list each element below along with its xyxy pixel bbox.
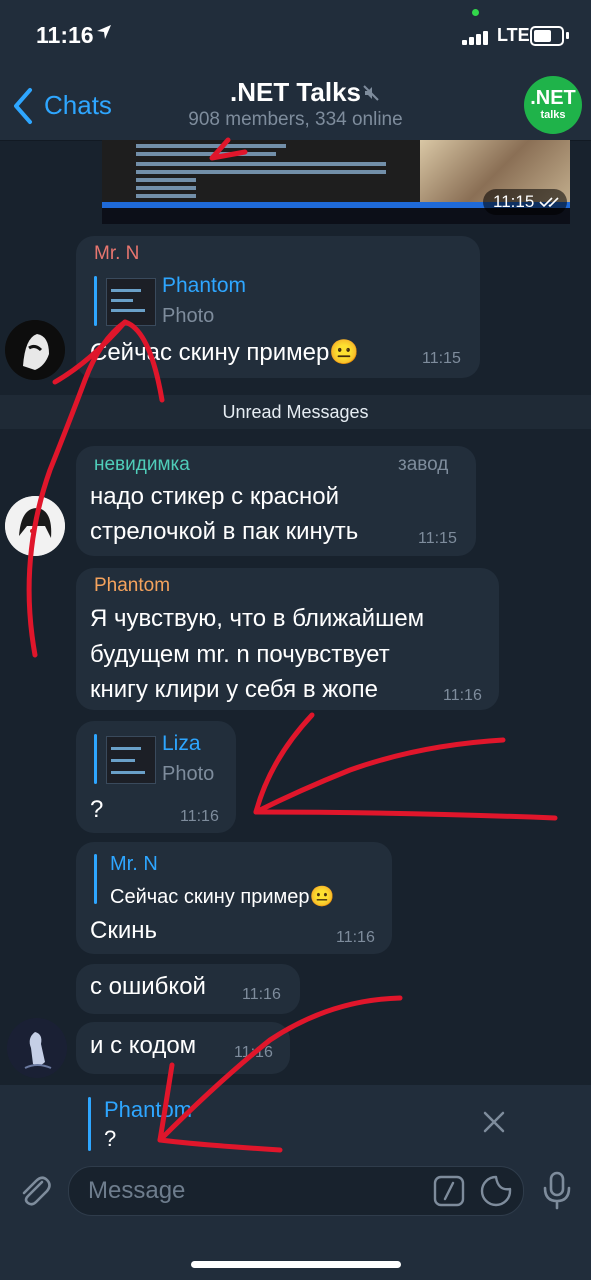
reply-quote-bar [94,854,97,904]
reply-preview-text: ? [104,1126,117,1151]
status-time: 11:16 [36,22,94,48]
message-placeholder: Message [88,1177,186,1204]
home-indicator [191,1261,401,1268]
unread-divider: Unread Messages [0,395,591,429]
reply-quote-name: Liza [162,732,201,755]
sender-name[interactable]: Phantom [94,575,170,597]
reply-quote-name: Phantom [162,274,247,297]
network-label: LTE [497,25,530,45]
media-timestamp: 11:15 [483,189,567,215]
message-text: Скинь [90,917,157,944]
message-text-line: будущем mr. n почувствует [90,641,390,668]
attach-icon[interactable] [14,1170,54,1210]
message-text-line: Я чувствую, что в ближайшем [90,605,425,632]
reply-photo-thumbnail [106,736,156,784]
message-time: 11:16 [234,1044,273,1061]
reply-quote-bar [94,734,97,784]
battery-icon [530,26,564,46]
sticker-icon[interactable] [480,1175,512,1207]
media-time-text: 11:15 [493,192,535,211]
reply-preview-bar [88,1097,91,1151]
sender-name[interactable]: невидимка [94,454,190,476]
group-avatar-title: .NET [530,87,576,109]
reply-quote-text: Сейчас скину пример😐 [110,886,335,908]
mute-icon [362,84,380,102]
message-text: и с кодом [90,1032,197,1059]
signal-icon [462,27,490,45]
close-icon[interactable] [482,1110,506,1134]
message-time: 11:16 [336,929,375,946]
message-text: ? [90,796,104,823]
chat-subtitle: 908 members, 334 online [188,109,403,130]
message-text-line: книгу клири у себя в жопе [90,676,378,703]
message-time: 11:15 [422,350,461,367]
privacy-indicator-dot [472,9,479,16]
group-avatar[interactable]: .NET talks [524,76,582,134]
reply-quote-bar [94,276,97,326]
message-text: Сейчас скину пример😐 [90,339,360,366]
location-arrow-icon [96,24,112,40]
reply-preview-name: Phantom [104,1097,193,1122]
avatar-nevidimka[interactable] [5,496,65,556]
command-icon[interactable] [433,1175,465,1207]
reply-quote-name: Mr. N [110,853,158,875]
message-time: 11:16 [180,808,219,825]
read-check-icon [539,197,559,208]
reply-quote-text: Photo [162,305,215,327]
code-screenshot [102,140,420,208]
reply-photo-thumbnail [106,278,156,326]
message-time: 11:16 [443,687,482,704]
message-time: 11:16 [242,986,281,1003]
sender-name[interactable]: Mr. N [94,243,139,265]
group-avatar-subtitle: talks [540,109,566,121]
chat-title[interactable]: .NET Talks [0,77,591,108]
member-tag: завод [398,454,449,475]
message-text-line: стрелочкой в пак кинуть [90,518,359,545]
battery-tip [566,32,569,39]
message-text: с ошибкой [90,973,206,1000]
message-text-line: надо стикер с красной [90,483,340,510]
reply-quote-text: Photo [162,763,215,785]
avatar-mr-n[interactable] [5,320,65,380]
message-time: 11:15 [418,530,457,547]
avatar-phantom[interactable] [7,1018,67,1078]
microphone-icon[interactable] [540,1170,574,1210]
